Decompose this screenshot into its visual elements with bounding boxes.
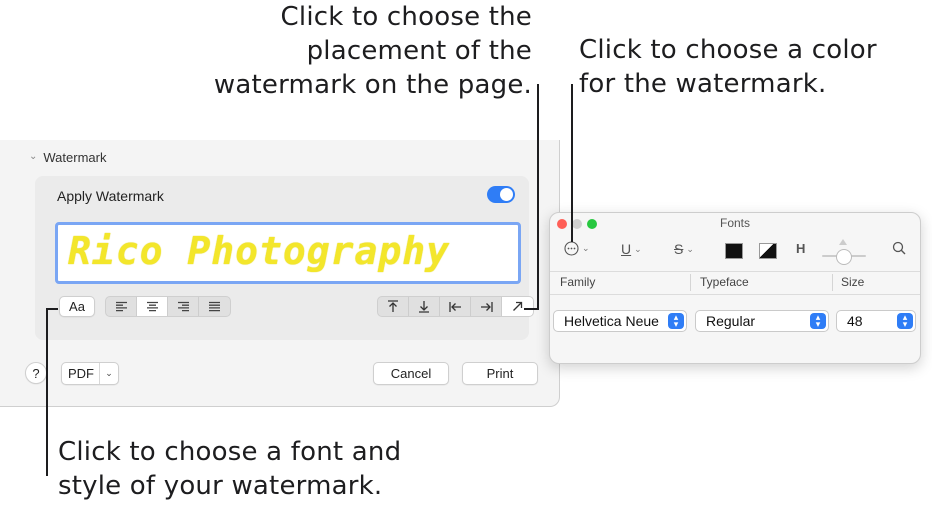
top-icon[interactable]: [378, 297, 409, 316]
slider-knob[interactable]: [836, 249, 852, 265]
callout-font: Click to choose a font and style of your…: [58, 437, 402, 501]
cancel-button[interactable]: Cancel: [373, 362, 449, 385]
strikethrough-menu[interactable]: S ⌄: [674, 241, 694, 257]
underline-menu[interactable]: U ⌄: [621, 241, 642, 257]
chevron-updown-icon: ▴ ▾: [897, 313, 913, 329]
diagonal-icon[interactable]: [502, 297, 533, 316]
apply-watermark-label: Apply Watermark: [57, 188, 164, 204]
typeface-popup[interactable]: Regular ▴ ▾: [695, 310, 829, 332]
fonts-panel: Fonts ⌄ U ⌄ S ⌄ H Family Typeface Size H…: [549, 212, 921, 364]
watermark-placement-control: [377, 296, 534, 317]
document-color-button[interactable]: [759, 243, 777, 259]
bottom-icon[interactable]: [409, 297, 440, 316]
callout-placement: Click to choose the placement of the wat…: [213, 2, 532, 100]
shadow-button[interactable]: H: [796, 241, 805, 256]
callout-line-placement-hook: [524, 308, 539, 310]
fonts-panel-title: Fonts: [719, 216, 750, 230]
watermark-section-title: Watermark: [43, 150, 107, 165]
slider-angle-indicator: [839, 239, 847, 245]
column-typeface: Typeface: [700, 275, 749, 289]
shadow-slider[interactable]: [822, 239, 866, 265]
watermark-text: Rico Photography: [68, 229, 451, 273]
search-button[interactable]: [892, 241, 906, 255]
chevron-down-icon: ⌄: [99, 363, 118, 384]
shadow-icon: H: [796, 241, 806, 256]
fonts-column-headers: Family Typeface Size: [550, 271, 920, 295]
help-button[interactable]: ?: [25, 362, 47, 384]
text-color-button[interactable]: [725, 243, 743, 259]
chevron-down-icon: ⌄: [582, 243, 590, 253]
column-size: Size: [841, 275, 865, 289]
size-value: 48: [847, 313, 863, 329]
callout-color: Click to choose a color for the watermar…: [579, 35, 877, 99]
font-family-value: Helvetica Neue: [564, 313, 659, 329]
justify-icon[interactable]: [199, 297, 230, 316]
align-center-icon[interactable]: [137, 297, 168, 316]
pdf-menu-button[interactable]: PDF ⌄: [61, 362, 119, 385]
watermark-text-field[interactable]: Rico Photography: [55, 222, 521, 284]
left-icon[interactable]: [440, 297, 471, 316]
document-color-swatch-icon: [759, 243, 777, 259]
callout-line-font-hook: [46, 308, 58, 310]
print-dialog: ⌄ Watermark Apply Watermark Rico Photogr…: [0, 140, 560, 407]
font-family-popup[interactable]: Helvetica Neue ▴ ▾: [553, 310, 687, 332]
chevron-down-icon: ⌄: [634, 243, 642, 254]
pdf-label: PDF: [68, 366, 94, 381]
align-left-icon[interactable]: [106, 297, 137, 316]
print-button[interactable]: Print: [462, 362, 538, 385]
chevron-updown-icon: ▴ ▾: [668, 313, 684, 329]
apply-watermark-toggle[interactable]: [487, 186, 515, 203]
search-icon: [892, 241, 906, 255]
chevron-updown-icon: ▴ ▾: [810, 313, 826, 329]
watermark-options-box: Apply Watermark Rico Photography Aa: [35, 176, 534, 340]
chevron-down-icon: ⌄: [29, 151, 38, 162]
callout-line-color: [571, 84, 573, 242]
align-right-icon[interactable]: [168, 297, 199, 316]
callout-line-font: [46, 310, 48, 476]
underline-icon: U: [621, 241, 632, 257]
callout-line-placement: [537, 84, 539, 310]
font-button[interactable]: Aa: [59, 296, 95, 317]
ellipsis-circle-icon: [564, 241, 579, 256]
column-family: Family: [560, 275, 596, 289]
watermark-section-header[interactable]: ⌄ Watermark: [29, 150, 106, 165]
size-popup[interactable]: 48 ▴ ▾: [836, 310, 916, 332]
actions-menu[interactable]: ⌄: [564, 241, 590, 256]
strikethrough-icon: S: [674, 241, 684, 257]
text-alignment-control: [105, 296, 231, 317]
color-swatch-icon: [725, 243, 743, 259]
typeface-value: Regular: [706, 313, 756, 329]
right-icon[interactable]: [471, 297, 502, 316]
chevron-down-icon: ⌄: [686, 243, 694, 254]
